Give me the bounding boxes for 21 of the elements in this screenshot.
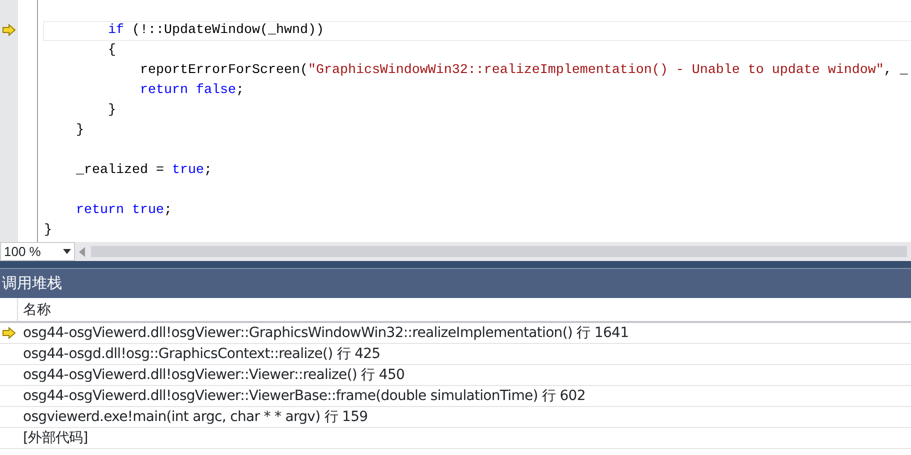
code-line: return true; [75,202,173,220]
stack-frame[interactable]: [外部代码] [18,428,88,448]
scroll-left-icon[interactable] [79,246,85,256]
column-header[interactable]: 名称 [18,298,51,321]
stack-frame[interactable]: osg44-osgViewerd.dll!osgViewer::Viewer::realize() 行 450 [18,365,405,385]
stack-frame[interactable]: osgviewerd.exe!main(int argc, char * * argv) 行 159 [18,407,368,427]
code-line: } [43,222,53,240]
code-line: { [107,42,117,60]
code-line: return false; [138,82,245,100]
code-line: if (!::UpdateWindow(_hwnd)) [43,21,911,41]
stack-frame[interactable]: osg44-osgd.dll!osg::GraphicsContext::realize() 行 425 [18,344,380,364]
code-line: reportErrorForScreen("GraphicsWindowWin32::realizeImplementation() - Unable to update window", _ [138,62,909,80]
stack-frame[interactable]: osg44-osgViewerd.dll!osgViewer::ViewerBase::frame(double simulationTime) 行 602 [18,386,586,406]
zoom-dropdown[interactable]: 100 % [0,242,75,261]
stack-frame[interactable]: osg44-osgViewerd.dll!osgViewer::GraphicsWindowWin32::realizeImplementation() 行 1641 [18,323,629,343]
horizontal-scrollbar[interactable] [91,246,907,257]
code-line: } [75,122,85,140]
code-line: _realized = true; [75,162,213,180]
caret-icon [63,249,71,254]
code-line: } [107,102,117,120]
panel-title: 调用堆栈 [0,261,911,298]
